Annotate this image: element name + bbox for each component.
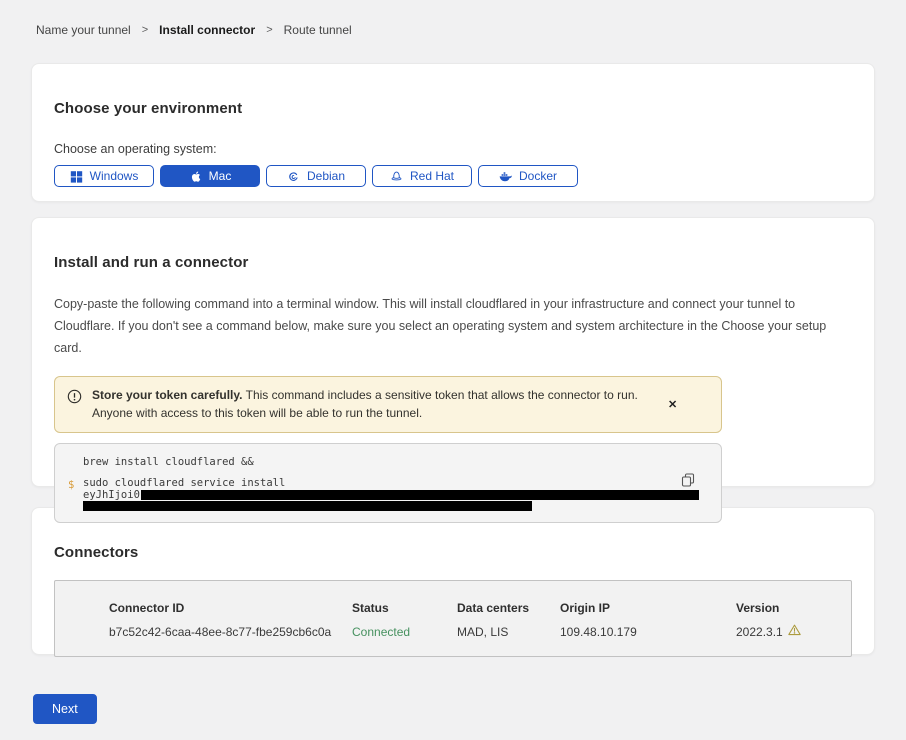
column-header-data-centers: Data centers	[457, 601, 560, 615]
column-header-status: Status	[352, 601, 457, 615]
os-button-label: Debian	[307, 169, 345, 183]
connectors-card-title: Connectors	[54, 544, 852, 561]
apple-icon	[189, 170, 202, 183]
version-value: 2022.3.1	[736, 625, 783, 639]
breadcrumb-separator: >	[142, 24, 148, 36]
os-button-label: Red Hat	[410, 169, 454, 183]
os-button-group: Windows Mac Debian	[54, 165, 852, 187]
os-button-label: Mac	[209, 169, 232, 183]
version-cell: 2022.3.1	[736, 624, 841, 639]
debian-icon	[287, 170, 300, 183]
copy-command-button[interactable]	[679, 471, 697, 492]
os-button-docker[interactable]: Docker	[478, 165, 578, 187]
copy-icon	[681, 475, 695, 490]
token-warning-title: Store your token carefully.	[92, 388, 243, 402]
origin-ip-cell: 109.48.10.179	[560, 625, 736, 639]
breadcrumb-separator: >	[266, 24, 272, 36]
warning-triangle-icon	[788, 624, 801, 639]
connector-id-cell: b7c52c42-6caa-48ee-8c77-fbe259cb6c0a	[109, 625, 352, 639]
terminal-token-line: eyJhIjoi0	[83, 490, 677, 511]
column-header-connector-id: Connector ID	[109, 601, 352, 615]
os-button-mac[interactable]: Mac	[160, 165, 260, 187]
breadcrumb-step-route-tunnel[interactable]: Route tunnel	[284, 23, 352, 37]
install-card-title: Install and run a connector	[54, 254, 852, 271]
terminal-line-2: sudo cloudflared service install	[83, 478, 677, 489]
column-header-version: Version	[736, 601, 841, 615]
token-prefix: eyJhIjoi0	[83, 489, 140, 501]
token-warning-text: Store your token carefully. This command…	[92, 386, 652, 423]
docker-icon	[499, 170, 512, 183]
close-icon: ✕	[668, 399, 677, 411]
token-redaction-bar	[141, 490, 699, 500]
breadcrumb-step-name-tunnel[interactable]: Name your tunnel	[36, 23, 131, 37]
next-button[interactable]: Next	[33, 694, 97, 724]
alert-circle-icon	[67, 389, 82, 409]
install-card-description: Copy-paste the following command into a …	[54, 294, 852, 360]
data-centers-cell: MAD, LIS	[457, 625, 560, 639]
token-warning-banner: Store your token carefully. This command…	[54, 376, 722, 433]
status-badge: Connected	[352, 625, 457, 639]
os-button-debian[interactable]: Debian	[266, 165, 366, 187]
terminal-command-block: brew install cloudflared && $ sudo cloud…	[54, 443, 722, 523]
os-button-redhat[interactable]: Red Hat	[372, 165, 472, 187]
breadcrumb: Name your tunnel > Install connector > R…	[0, 0, 906, 37]
token-redaction-bar	[83, 501, 532, 511]
column-header-origin-ip: Origin IP	[560, 601, 736, 615]
terminal-prompt: $	[68, 479, 74, 491]
terminal-line-1: brew install cloudflared &&	[83, 457, 677, 468]
os-select-label: Choose an operating system:	[54, 142, 852, 156]
windows-icon	[70, 170, 83, 183]
environment-card-title: Choose your environment	[54, 100, 852, 117]
environment-card: Choose your environment Choose an operat…	[31, 63, 875, 202]
redhat-icon	[390, 170, 403, 183]
banner-close-button[interactable]: ✕	[662, 394, 683, 415]
os-button-label: Windows	[90, 169, 139, 183]
os-button-windows[interactable]: Windows	[54, 165, 154, 187]
connectors-table: Connector ID Status Data centers Origin …	[54, 580, 852, 657]
connectors-card: Connectors Connector ID Status Data cent…	[31, 507, 875, 655]
breadcrumb-step-install-connector[interactable]: Install connector	[159, 23, 255, 37]
install-connector-card: Install and run a connector Copy-paste t…	[31, 217, 875, 487]
os-button-label: Docker	[519, 169, 557, 183]
